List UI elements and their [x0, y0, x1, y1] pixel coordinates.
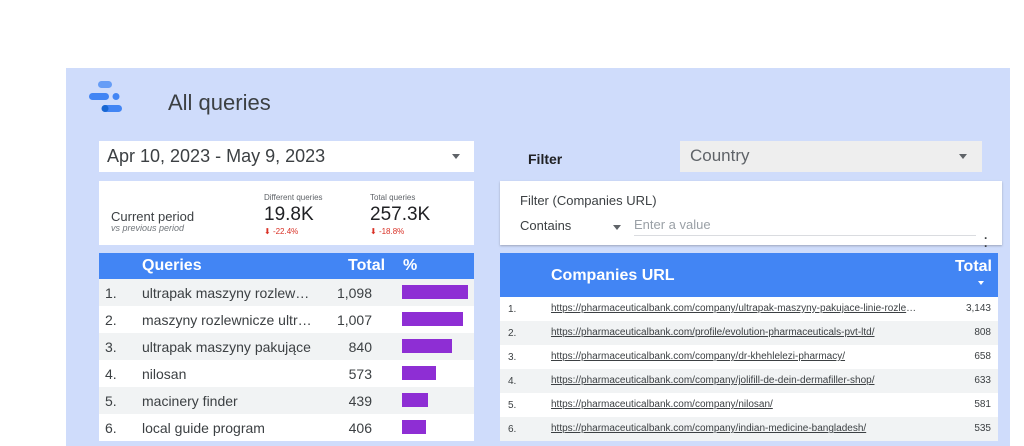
column-header-total[interactable]: Total — [348, 257, 385, 275]
company-url-link[interactable]: https://pharmaceuticalbank.com/profile/e… — [551, 327, 923, 338]
query-total: 573 — [348, 366, 372, 382]
url-filter-input[interactable] — [634, 214, 976, 236]
metric-value: 19.8K — [264, 204, 314, 225]
metric-delta: ⬇ -18.8% — [370, 227, 405, 236]
query-total: 439 — [348, 393, 372, 409]
url-total: 581 — [974, 399, 991, 410]
query-total: 1,007 — [336, 312, 372, 328]
row-number: 5. — [105, 393, 117, 409]
urls-table-header[interactable]: Companies URL Total — [500, 253, 998, 297]
url-total: 658 — [974, 351, 991, 362]
table-row[interactable]: 4. https://pharmaceuticalbank.com/company… — [500, 369, 998, 393]
metric-delta: ⬇ -22.4% — [264, 227, 299, 236]
chevron-down-icon — [452, 154, 460, 159]
percent-bar — [402, 312, 463, 326]
metric-delta-value: -22.4% — [272, 227, 299, 236]
table-row[interactable]: 1. https://pharmaceuticalbank.com/company… — [500, 297, 998, 321]
row-number: 2. — [508, 328, 517, 339]
percent-bar — [402, 393, 428, 407]
table-row[interactable]: 3. ultrapak maszyny pakujące 840 — [99, 333, 474, 360]
more-options-icon[interactable]: · · — [984, 232, 988, 252]
query-text: local guide program — [142, 420, 265, 436]
filter-label: Filter — [528, 151, 563, 167]
table-row[interactable]: 2. maszyny rozlewnicze ultrapak 1,007 — [99, 306, 474, 333]
queries-table-header[interactable]: Queries Total % — [99, 253, 474, 279]
column-header-total[interactable]: Total — [955, 258, 992, 276]
table-row[interactable]: 2. https://pharmaceuticalbank.com/profile… — [500, 321, 998, 345]
scorecard: Current period vs previous period Differ… — [99, 181, 474, 245]
url-total: 535 — [974, 423, 991, 434]
table-row[interactable]: 1. ultrapak maszyny rozlewnicze 1,098 — [99, 279, 474, 306]
percent-bar — [402, 285, 468, 299]
query-text: nilosan — [142, 366, 187, 382]
company-url-link[interactable]: https://pharmaceuticalbank.com/company/u… — [551, 303, 923, 314]
table-row[interactable]: 4. nilosan 573 — [99, 360, 474, 387]
percent-bar — [402, 420, 426, 434]
company-url-link[interactable]: https://pharmaceuticalbank.com/company/i… — [551, 423, 923, 434]
row-number: 3. — [508, 352, 517, 363]
percent-bar — [402, 366, 436, 380]
query-text: maszyny rozlewnicze ultrapak — [142, 312, 314, 328]
scorecard-label: Current period — [111, 209, 195, 224]
queries-table: Queries Total % 1. ultrapak maszyny rozle… — [99, 253, 474, 441]
row-number: 2. — [105, 312, 117, 328]
company-url-link[interactable]: https://pharmaceuticalbank.com/company/n… — [551, 399, 923, 410]
metric-label: Different queries — [264, 193, 323, 202]
query-total: 406 — [348, 420, 372, 436]
percent-bar — [402, 339, 452, 353]
row-number: 1. — [508, 304, 517, 315]
looker-studio-logo-icon — [89, 81, 122, 112]
metric-value: 257.3K — [370, 204, 431, 225]
row-number: 6. — [508, 424, 517, 435]
query-total: 1,098 — [336, 285, 372, 301]
column-header-companies-url[interactable]: Companies URL — [551, 267, 675, 285]
table-row[interactable]: 5. macinery finder 439 — [99, 387, 474, 414]
column-header-queries[interactable]: Queries — [142, 257, 202, 275]
date-range-picker[interactable]: Apr 10, 2023 - May 9, 2023 — [99, 141, 474, 172]
country-dropdown[interactable]: Country — [680, 141, 982, 172]
row-number: 4. — [508, 376, 517, 387]
url-total: 633 — [974, 375, 991, 386]
row-number: 5. — [508, 400, 517, 411]
metric-different-queries: Different queries 19.8K ⬇ -22.4% — [264, 193, 323, 236]
row-number: 4. — [105, 366, 117, 382]
metric-delta-value: -18.8% — [378, 227, 405, 236]
operator-dropdown[interactable]: Contains — [520, 218, 571, 233]
table-row[interactable]: 3. https://pharmaceuticalbank.com/company… — [500, 345, 998, 369]
queries-table-body: 1. ultrapak maszyny rozlewnicze 1,098 2. mas… — [99, 279, 474, 441]
urls-table-body: 1. https://pharmaceuticalbank.com/company… — [500, 297, 998, 441]
metric-label: Total queries — [370, 193, 416, 202]
page-title: All queries — [168, 90, 271, 115]
query-total: 840 — [348, 339, 372, 355]
date-range-value: Apr 10, 2023 - May 9, 2023 — [107, 146, 326, 166]
chevron-down-icon — [959, 154, 967, 159]
column-header-percent[interactable]: % — [403, 257, 417, 275]
companies-url-table: Companies URL Total 1. https://pharmaceut… — [500, 253, 998, 441]
row-number: 6. — [105, 420, 117, 436]
report-canvas: All queries Apr 10, 2023 - May 9, 2023 C… — [66, 68, 1010, 446]
country-filter: Filter Country — [500, 141, 998, 172]
country-dropdown-value: Country — [690, 146, 750, 165]
url-filter-title: Filter (Companies URL) — [520, 193, 657, 208]
query-text: ultrapak maszyny rozlewnicze — [142, 285, 314, 301]
metric-total-queries: Total queries 257.3K ⬇ -18.8% — [370, 193, 430, 236]
url-total: 3,143 — [965, 303, 991, 314]
company-url-link[interactable]: https://pharmaceuticalbank.com/company/d… — [551, 351, 923, 362]
company-url-link[interactable]: https://pharmaceuticalbank.com/company/j… — [551, 375, 923, 386]
query-text: ultrapak maszyny pakujące — [142, 339, 311, 355]
row-number: 3. — [105, 339, 117, 355]
row-number: 1. — [105, 285, 117, 301]
chevron-down-icon[interactable] — [613, 225, 621, 230]
table-row[interactable]: 6. local guide program 406 — [99, 414, 474, 441]
table-row[interactable]: 5. https://pharmaceuticalbank.com/company… — [500, 393, 998, 417]
companies-url-filter: Filter (Companies URL) Contains ·· — [500, 181, 1002, 252]
query-text: macinery finder — [142, 393, 238, 409]
scorecard-sublabel: vs previous period — [111, 223, 185, 233]
sort-descending-icon[interactable] — [978, 281, 984, 285]
table-row[interactable]: 6. https://pharmaceuticalbank.com/company… — [500, 417, 998, 441]
url-total: 808 — [974, 327, 991, 338]
